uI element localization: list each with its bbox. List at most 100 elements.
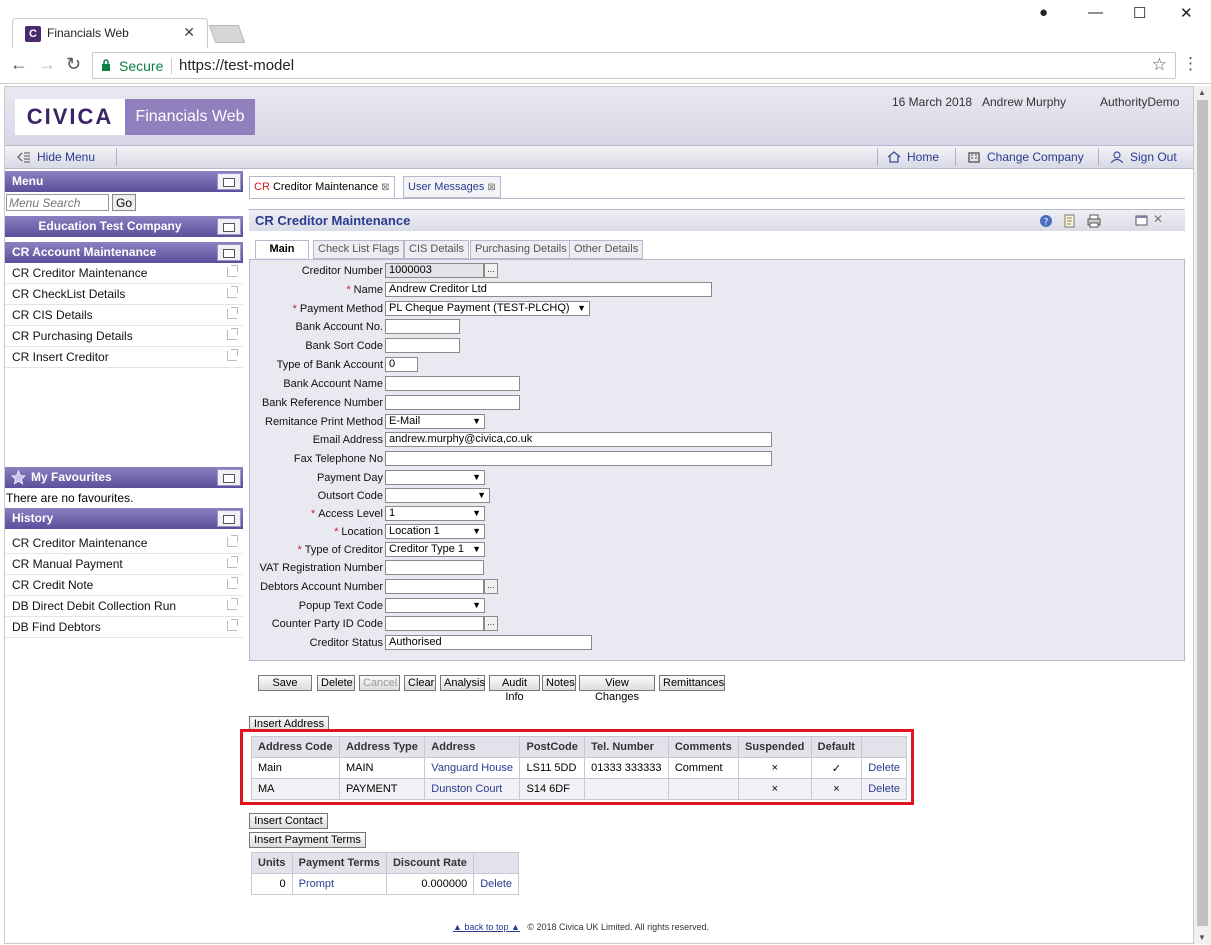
tab-creditor-maintenance[interactable]: CR Creditor Maintenance ⊠ (249, 176, 395, 198)
audit-info-button[interactable]: Audit Info (489, 675, 540, 703)
delete-payment-terms-link[interactable]: Delete (473, 873, 519, 895)
payment-terms-link[interactable]: Prompt (291, 873, 387, 895)
tab-other-details[interactable]: Other Details (569, 240, 644, 259)
lock-icon (102, 59, 110, 71)
vat-registration-field[interactable] (385, 560, 484, 575)
debtors-account-lookup-button[interactable]: ... (484, 579, 498, 594)
bookmark-star-icon[interactable]: ☆ (1152, 55, 1167, 75)
secure-label: Secure (119, 58, 164, 74)
header-user: Andrew Murphy (982, 95, 1067, 109)
delete-button[interactable]: Delete (317, 675, 355, 691)
browser-menu-icon[interactable]: ⋮ (1182, 54, 1199, 74)
creditor-lookup-button[interactable]: ... (484, 263, 498, 278)
favicon-icon: C (25, 26, 41, 42)
payment-day-label: Payment Day (316, 472, 383, 484)
name-label: * Name (346, 284, 383, 296)
debtors-account-number-field[interactable] (385, 579, 484, 594)
hide-menu-button[interactable]: Hide Menu (17, 150, 95, 164)
access-level-select[interactable]: 1 (385, 506, 485, 521)
tab-purchasing-details[interactable]: Purchasing Details (470, 240, 572, 259)
payment-terms-table: Units Payment Terms Discount Rate 0 Prom… (251, 852, 519, 895)
print-icon[interactable] (1087, 214, 1101, 228)
fax-telephone-field[interactable] (385, 451, 772, 466)
creditor-form: Creditor Number 1000003 ... * Name Andrew… (249, 259, 1185, 661)
address-bar[interactable]: Secure https://test-model ☆ (92, 52, 1176, 79)
type-of-bank-account-field[interactable]: 0 (385, 357, 418, 372)
section-header[interactable]: CR Account Maintenance (5, 242, 243, 263)
location-label: * Location (334, 526, 383, 538)
menu-search-input[interactable] (6, 194, 109, 211)
change-company-button[interactable]: Change Company (967, 150, 1084, 164)
url-text[interactable]: https://test-model (179, 57, 294, 74)
new-tab-button[interactable] (208, 25, 246, 43)
tab-main[interactable]: Main (255, 240, 309, 259)
view-changes-button[interactable]: View Changes (579, 675, 655, 703)
close-panel-icon[interactable]: ✕ (1153, 212, 1163, 226)
analysis-button[interactable]: Analysis (440, 675, 485, 691)
tab-user-messages[interactable]: User Messages ⊠ (403, 176, 501, 198)
bank-sort-code-field[interactable] (385, 338, 460, 353)
close-tab-icon[interactable]: ⊠ (381, 182, 389, 193)
bank-account-no-field[interactable] (385, 319, 460, 334)
remittances-button[interactable]: Remittances (659, 675, 725, 691)
save-button[interactable]: Save (258, 675, 312, 691)
popup-text-code-select[interactable] (385, 598, 485, 613)
pane-options-icon[interactable] (217, 173, 241, 190)
type-of-bank-account-label: Type of Bank Account (276, 359, 383, 371)
scroll-thumb[interactable] (1197, 100, 1208, 926)
maximize-icon[interactable]: ☐ (1133, 4, 1146, 22)
creditor-status-field[interactable]: Authorised (385, 635, 592, 650)
browser-titlebar: C Financials Web ✕ ● — ☐ ✕ (0, 0, 1211, 48)
scroll-down-icon[interactable]: ▼ (1198, 933, 1206, 942)
sign-out-button[interactable]: Sign Out (1110, 150, 1177, 164)
name-field[interactable]: Andrew Creditor Ltd (385, 282, 712, 297)
scroll-up-icon[interactable]: ▲ (1198, 88, 1206, 97)
company-options-icon[interactable] (217, 218, 241, 235)
remittance-print-method-select[interactable]: E-Mail (385, 414, 485, 429)
debtors-account-number-label: Debtors Account Number (260, 581, 383, 593)
company-header[interactable]: Education Test Company (5, 216, 243, 237)
type-of-creditor-select[interactable]: Creditor Type 1 (385, 542, 485, 557)
outsort-code-select[interactable] (385, 488, 490, 503)
close-tab-icon[interactable]: ✕ (183, 24, 195, 41)
counter-party-lookup-button[interactable]: ... (484, 616, 498, 631)
payment-day-select[interactable] (385, 470, 485, 485)
new-window-icon[interactable] (1135, 214, 1149, 228)
page-scrollbar[interactable]: ▲ ▼ (1194, 86, 1211, 944)
clear-button[interactable]: Clear (404, 675, 436, 691)
browser-tab[interactable]: C Financials Web ✕ (12, 18, 208, 48)
location-select[interactable]: Location 1 (385, 524, 485, 539)
tab-cis-details[interactable]: CIS Details (404, 240, 470, 259)
email-address-field[interactable]: andrew.murphy@civica,co.uk (385, 432, 772, 447)
notes-button[interactable]: Notes (542, 675, 576, 691)
section-options-icon[interactable] (217, 244, 241, 261)
profile-icon[interactable]: ● (1039, 4, 1048, 21)
browser-toolbar: ← → ↻ Secure https://test-model ☆ ⋮ (0, 48, 1211, 84)
building-icon (968, 152, 980, 163)
creditor-number-field[interactable]: 1000003 (385, 263, 484, 278)
tab-check-list-flags[interactable]: Check List Flags (313, 240, 405, 259)
menu-search-go-button[interactable]: Go (112, 194, 136, 211)
cancel-button[interactable]: Cancel (359, 675, 400, 691)
insert-contact-button[interactable]: Insert Contact (249, 813, 328, 829)
table-row[interactable]: 0 Prompt 0.000000 Delete (251, 873, 519, 895)
app-menubar: Hide Menu Home Change Company Sign Out (5, 145, 1193, 169)
close-window-icon[interactable]: ✕ (1180, 4, 1193, 22)
email-address-label: Email Address (312, 434, 383, 446)
minimize-icon[interactable]: — (1088, 4, 1103, 21)
bank-account-name-field[interactable] (385, 376, 520, 391)
notes-icon[interactable] (1063, 214, 1077, 228)
back-to-top-link[interactable]: ▲ back to top ▲ (453, 922, 520, 932)
bank-reference-number-field[interactable] (385, 395, 520, 410)
vat-registration-label: VAT Registration Number (259, 562, 384, 574)
insert-payment-terms-button[interactable]: Insert Payment Terms (249, 832, 366, 848)
payment-method-select[interactable]: PL Cheque Payment (TEST-PLCHQ) (385, 301, 590, 316)
home-icon (887, 151, 901, 163)
reload-icon[interactable]: ↻ (66, 54, 81, 75)
forward-icon[interactable]: → (38, 54, 56, 75)
close-tab-icon[interactable]: ⊠ (487, 182, 495, 193)
help-icon[interactable]: ? (1039, 214, 1053, 228)
back-icon[interactable]: ← (10, 54, 28, 75)
home-button[interactable]: Home (887, 150, 939, 164)
counter-party-id-field[interactable] (385, 616, 484, 631)
